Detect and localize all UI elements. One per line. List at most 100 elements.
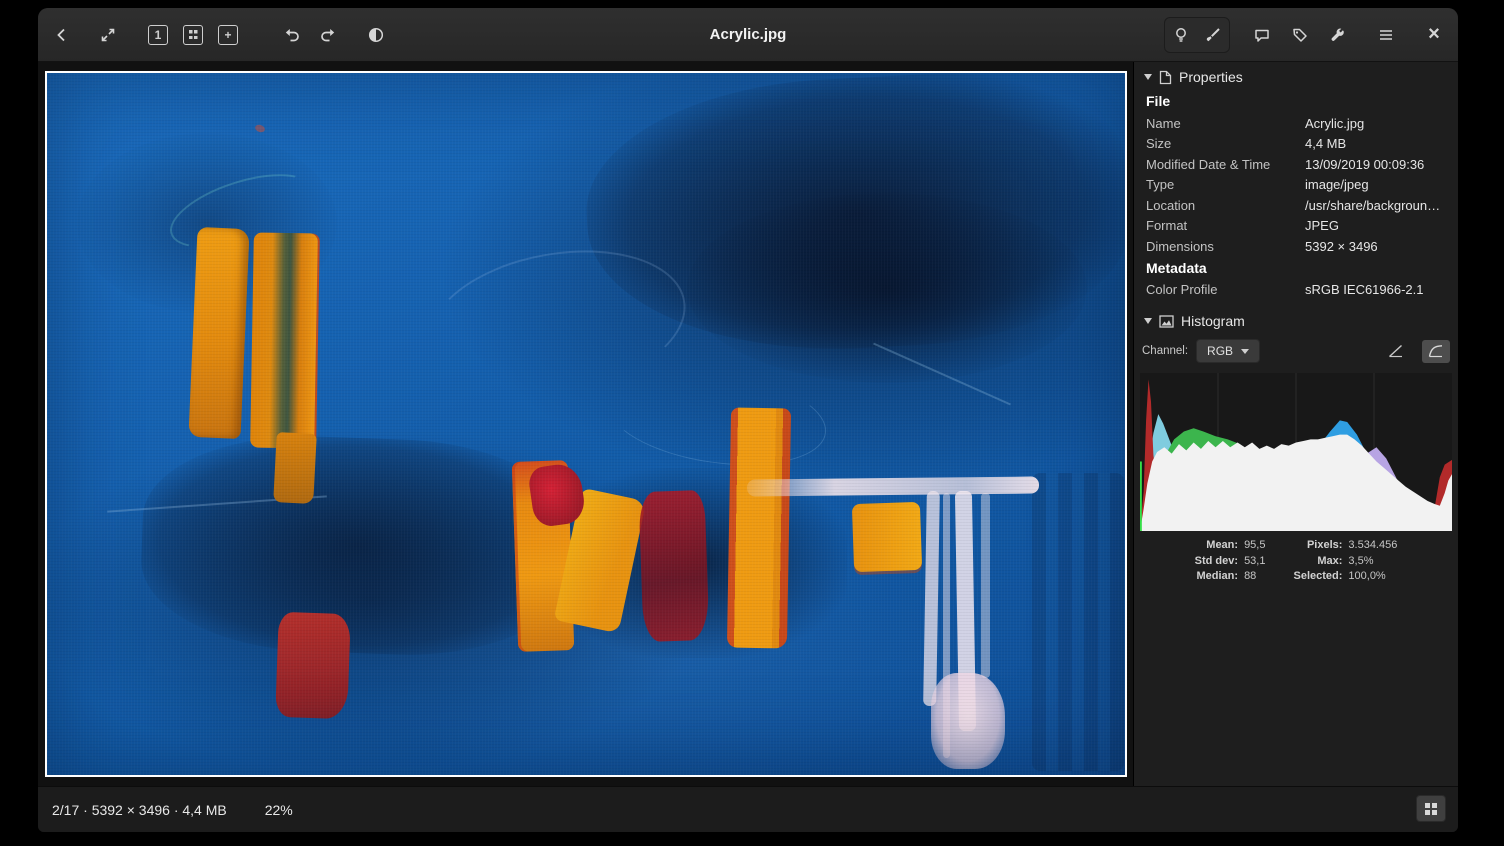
property-value: sRGB IEC61966-2.1	[1305, 282, 1424, 298]
expander-triangle-icon	[1144, 318, 1152, 324]
histogram-log-button[interactable]	[1422, 340, 1450, 363]
property-label: Modified Date & Time	[1146, 157, 1305, 173]
paint-patch-pink	[931, 673, 1005, 769]
annotation-group	[1246, 18, 1354, 52]
property-label: Type	[1146, 177, 1305, 193]
channel-dropdown[interactable]: RGB	[1196, 339, 1260, 363]
stat-value: 88	[1244, 570, 1265, 582]
metadata-heading: Metadata	[1134, 257, 1458, 280]
stats-right-column: Pixels:3.534.456 Max:3,5% Selected:100,0…	[1293, 539, 1397, 582]
property-row: Name Acrylic.jpg	[1134, 113, 1458, 134]
expand-arrows-icon	[99, 26, 117, 44]
property-value: /usr/share/background…	[1305, 198, 1446, 214]
paint-stroke-orange	[726, 407, 790, 648]
image-display[interactable]	[45, 71, 1127, 777]
chevron-left-icon	[53, 26, 71, 44]
paint-stroke-orange	[851, 502, 921, 572]
grid-icon	[1424, 802, 1438, 816]
paint-patch	[254, 124, 266, 134]
stat-value: 100,0%	[1348, 570, 1397, 582]
image-viewer-canvas	[38, 62, 1133, 786]
close-button[interactable]: ×	[1418, 18, 1450, 52]
headerbar: Acrylic.jpg 1 +	[38, 8, 1458, 62]
expander-triangle-icon	[1144, 74, 1152, 80]
thumbnail-grid-button[interactable]	[1416, 795, 1446, 822]
tools-button[interactable]	[1322, 18, 1354, 52]
sidebar-panel: Properties File Name Acrylic.jpg Size 4,…	[1133, 62, 1458, 786]
lightbulb-button[interactable]	[1165, 18, 1197, 52]
paint-patch-red	[275, 612, 351, 719]
menu-button[interactable]	[1370, 18, 1402, 52]
histogram-section-header[interactable]: Histogram	[1134, 306, 1458, 334]
fit-window-icon	[183, 25, 203, 45]
property-value: JPEG	[1305, 218, 1339, 234]
edit-button[interactable]	[1197, 18, 1229, 52]
linear-scale-icon	[1388, 344, 1404, 358]
stat-label: Mean:	[1195, 539, 1238, 551]
histogram-linear-button[interactable]	[1382, 340, 1410, 363]
lightbulb-icon	[1172, 26, 1190, 44]
rotate-left-button[interactable]	[276, 18, 308, 52]
paintbrush-icon	[1204, 26, 1222, 44]
stat-label: Std dev:	[1195, 555, 1238, 567]
wrench-icon	[1329, 26, 1347, 44]
property-label: Location	[1146, 198, 1305, 214]
paint-drip-white	[923, 491, 940, 706]
tag-button[interactable]	[1284, 18, 1316, 52]
property-row: Color Profile sRGB IEC61966-2.1	[1134, 280, 1458, 301]
zoom-in-button[interactable]: +	[212, 18, 244, 52]
zoom-original-button[interactable]: 1	[142, 18, 174, 52]
hamburger-menu-icon	[1377, 26, 1395, 44]
chevron-down-icon	[1241, 349, 1249, 354]
zoom-in-icon: +	[218, 25, 238, 45]
property-row: Format JPEG	[1134, 216, 1458, 237]
property-row: Size 4,4 MB	[1134, 134, 1458, 155]
view-tools-group	[1164, 17, 1230, 53]
properties-section-header[interactable]: Properties	[1134, 62, 1458, 90]
image-viewer-window: Acrylic.jpg 1 +	[38, 8, 1458, 832]
properties-section-title: Properties	[1179, 69, 1243, 85]
undo-arrow-icon	[283, 26, 301, 44]
paint-stroke-orange	[250, 232, 318, 448]
histogram-section-title: Histogram	[1181, 313, 1245, 329]
zoom-level: 22%	[265, 802, 293, 818]
paint-patch-red	[638, 490, 709, 642]
rotate-right-button[interactable]	[312, 18, 344, 52]
channel-value: RGB	[1207, 344, 1233, 358]
property-value: 4,4 MB	[1305, 136, 1346, 152]
fullscreen-button[interactable]	[92, 18, 124, 52]
back-button[interactable]	[46, 18, 78, 52]
stat-label: Pixels:	[1293, 539, 1342, 551]
channel-row: Channel: RGB	[1134, 334, 1458, 367]
property-row: Location /usr/share/background…	[1134, 195, 1458, 216]
property-label: Color Profile	[1146, 282, 1305, 298]
histogram-display[interactable]	[1140, 373, 1452, 531]
paint-scratch	[601, 358, 831, 478]
property-value: Acrylic.jpg	[1305, 116, 1364, 132]
stat-label: Max:	[1293, 555, 1342, 567]
comment-button[interactable]	[1246, 18, 1278, 52]
property-label: Size	[1146, 136, 1305, 152]
property-value: 5392 × 3496	[1305, 239, 1378, 255]
stats-left-column: Mean:95,5 Std dev:53,1 Median:88	[1195, 539, 1266, 582]
paint-patch	[687, 193, 1087, 383]
zoom-fit-button[interactable]	[177, 18, 209, 52]
property-row: Dimensions 5392 × 3496	[1134, 236, 1458, 257]
paint-streak-white	[746, 476, 1038, 496]
one-to-one-icon: 1	[148, 25, 168, 45]
contrast-button[interactable]	[360, 18, 392, 52]
property-label: Name	[1146, 116, 1305, 132]
property-value: image/jpeg	[1305, 177, 1369, 193]
histogram-stats: Mean:95,5 Std dev:53,1 Median:88 Pixels:…	[1134, 531, 1458, 588]
stat-value: 3.534.456	[1348, 539, 1397, 551]
rotate-button-group	[276, 18, 344, 52]
channel-label: Channel:	[1142, 345, 1188, 357]
toolbar-left: 1 +	[46, 18, 392, 52]
log-scale-icon	[1428, 344, 1444, 358]
status-text: 2/17 · 5392 × 3496 · 4,4 MB	[52, 802, 227, 818]
property-row: Modified Date & Time 13/09/2019 00:09:36	[1134, 154, 1458, 175]
file-heading: File	[1134, 90, 1458, 113]
redo-arrow-icon	[319, 26, 337, 44]
stat-label: Selected:	[1293, 570, 1342, 582]
tag-icon	[1291, 26, 1309, 44]
